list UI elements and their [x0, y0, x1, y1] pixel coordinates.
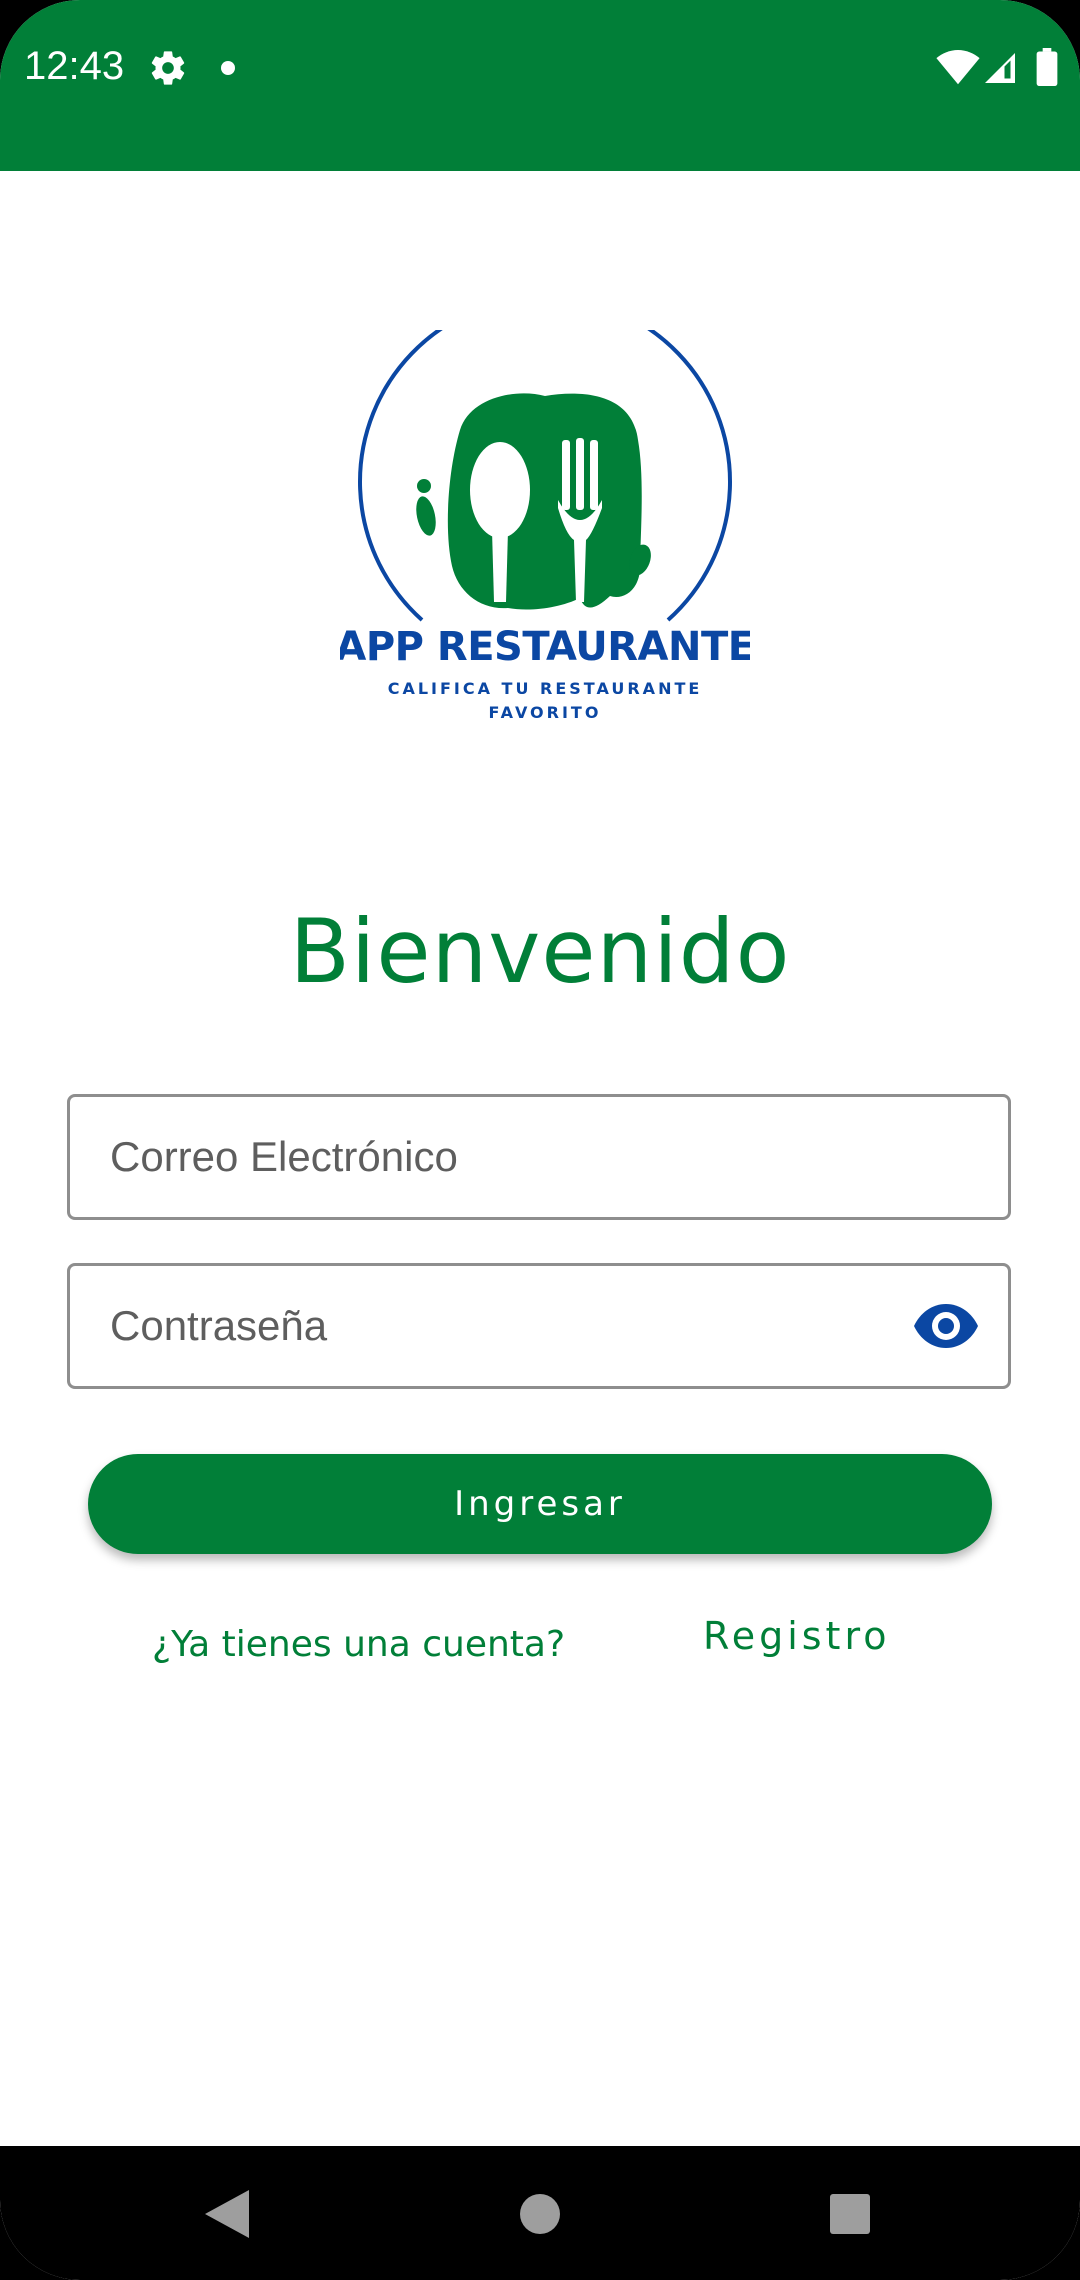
password-field[interactable] — [67, 1263, 1011, 1389]
welcome-heading: Bienvenido — [289, 900, 791, 1003]
home-icon[interactable] — [520, 2194, 560, 2234]
login-button[interactable]: Ingresar — [88, 1454, 992, 1554]
logo-title: APP RESTAURANTE — [340, 624, 750, 670]
password-input[interactable] — [110, 1266, 950, 1386]
wifi-icon — [936, 50, 980, 85]
email-field[interactable] — [67, 1094, 1011, 1220]
recents-icon[interactable] — [830, 2194, 870, 2234]
status-time: 12:43 — [24, 44, 125, 88]
logo-subtitle-line1: CALIFICA TU RESTAURANTE — [388, 679, 703, 698]
back-icon[interactable] — [205, 2190, 249, 2238]
gear-icon — [151, 51, 185, 85]
battery-icon — [1036, 48, 1058, 86]
navigation-bar — [0, 2146, 1080, 2280]
register-link[interactable]: Registro — [703, 1614, 891, 1658]
has-account-prompt: ¿Ya tienes una cuenta? — [152, 1624, 566, 1665]
login-screen: 12:43 APP RESTAURANTE CALIFICA TU RESTAU… — [0, 0, 1080, 2280]
logo-subtitle-line2: FAVORITO — [489, 703, 602, 722]
email-input[interactable] — [110, 1097, 950, 1217]
app-logo: APP RESTAURANTE CALIFICA TU RESTAURANTE … — [340, 330, 750, 722]
cell-signal-icon — [985, 53, 1015, 83]
status-bar: 12:43 — [0, 0, 1080, 171]
eye-icon[interactable] — [914, 1304, 978, 1348]
notification-dot-icon — [221, 61, 235, 75]
